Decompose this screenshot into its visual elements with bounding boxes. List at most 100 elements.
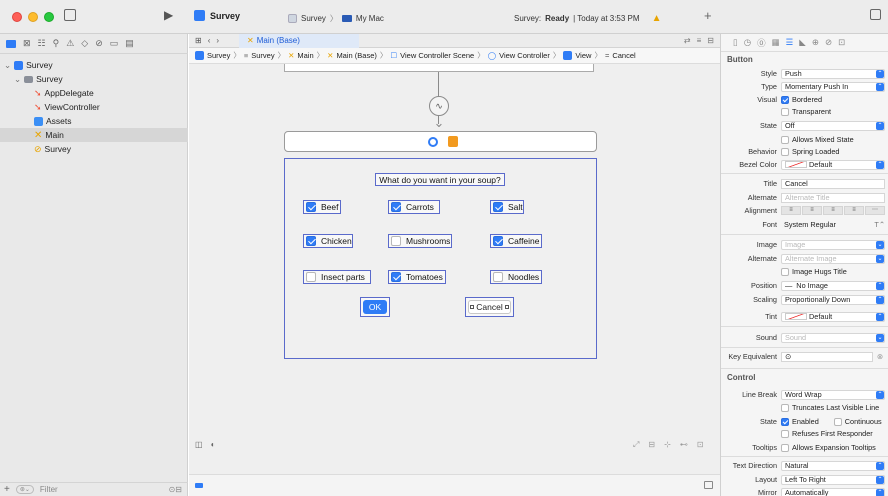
add-file-button[interactable]: + [4,484,10,495]
alternate-image-combo[interactable]: Alternate Image ⌄ [781,253,885,264]
add-constraints-icon[interactable]: ⊹ [664,440,671,452]
file-inspector-icon[interactable]: ▯ [733,37,738,48]
title-field[interactable]: Cancel [781,178,885,189]
breadcrumb-item[interactable]: Main (Base) [336,51,376,60]
align-center-icon[interactable]: ≡ [802,206,822,215]
search-icon[interactable]: ⚲ [53,38,60,49]
recent-files-icon[interactable]: ⊙⊟ [169,485,182,494]
minimize-window-button[interactable] [28,12,38,22]
transparent-checkbox[interactable] [781,107,789,116]
size-icon[interactable]: ◣ [799,37,806,48]
layout-popup[interactable]: Left To Right ⌃ [781,474,885,485]
resize-handle[interactable] [504,305,509,309]
sidebar-toggle-icon[interactable] [64,9,76,21]
split-editor-icon[interactable]: ⊟ [707,36,714,45]
update-frames-icon[interactable]: ⤢ [633,440,639,452]
filter-input[interactable]: Filter [40,485,58,494]
help-icon[interactable]: ⓪ [757,37,766,49]
warning-icon[interactable]: ▲ [652,13,662,24]
spring-loaded-checkbox[interactable] [781,147,789,156]
view-controller-view[interactable]: What do you want in your soup? Beef Carr… [284,158,597,359]
history-icon[interactable]: ◷ [744,37,751,48]
image-combo[interactable]: Image ⌄ [781,239,885,250]
hugs-title-checkbox[interactable] [781,267,789,276]
enabled-checkbox[interactable] [781,417,789,426]
truncates-checkbox[interactable] [781,403,789,412]
align-icon[interactable]: ⊟ [648,440,655,452]
outline-toggle-icon[interactable]: ◫ [195,440,203,452]
align-justify-icon[interactable]: ≡ [844,206,864,215]
related-items-icon[interactable]: ⇄ [684,36,691,45]
nav-item-assets[interactable]: Assets [0,114,188,128]
attributes-icon[interactable]: ☰ [786,37,794,48]
bezel-color-popup[interactable]: Default ⌃ [781,159,885,170]
inspector-toggle-icon[interactable] [870,9,881,20]
tint-popup[interactable]: Default ⌃ [781,311,885,322]
checkbox-salt[interactable]: Salt [490,200,524,214]
alternate-title-field[interactable]: Alternate Title [781,192,885,203]
key-equivalent-field[interactable]: ⊙ [781,351,873,362]
checkbox-insect-parts[interactable]: Insect parts [303,270,371,284]
scene-dock[interactable] [284,131,597,152]
hide-debug-icon[interactable] [704,481,713,489]
font-picker-icon[interactable]: T⌃ [874,220,885,229]
effects-icon[interactable]: ⊡ [838,37,845,48]
test-icon[interactable]: ◇ [81,38,88,49]
sound-combo[interactable]: Sound ⌄ [781,332,885,343]
nav-item-appdelegate[interactable]: ➘ AppDelegate [0,86,188,100]
report-icon[interactable]: ▤ [125,38,134,49]
zoom-window-button[interactable] [44,12,54,22]
scheme-selector[interactable]: Survey 〉 My Mac [288,10,488,26]
clear-shortcut-icon[interactable]: ⊗ [877,352,883,361]
nav-item-project[interactable]: ⌄ Survey [0,58,188,72]
type-popup[interactable]: Momentary Push In ⌃ [781,81,885,92]
cancel-button[interactable]: Cancel [465,297,514,317]
line-break-popup[interactable]: Word Wrap ⌃ [781,389,885,400]
checkbox-beef[interactable]: Beef [303,200,341,214]
checkbox-caffeine[interactable]: Caffeine [490,234,542,248]
breadcrumb-item[interactable]: View [575,51,591,60]
bindings-icon[interactable]: ⊘ [825,37,832,48]
issue-icon[interactable]: ⚠ [66,38,74,49]
debug-area-toggle-icon[interactable] [195,483,203,488]
tab-main-base[interactable]: ✕ Main (Base) [239,33,360,48]
nav-item-main[interactable]: ✕ Main [0,128,188,142]
nav-item-entitlements[interactable]: ⊘ Survey [0,142,188,156]
expansion-tooltips-checkbox[interactable] [781,443,789,452]
position-popup[interactable]: — No Image ⌃ [781,280,885,291]
scaling-popup[interactable]: Proportionally Down ⌃ [781,294,885,305]
continuous-checkbox[interactable] [833,417,842,426]
embed-icon[interactable]: ⊡ [697,440,704,452]
appearance-icon[interactable]: ◐ [211,440,216,452]
resize-handle[interactable] [470,305,475,309]
back-icon[interactable]: ‹ [208,36,211,45]
filter-options-icon[interactable]: ⊛⌄ [15,485,34,494]
folder-icon[interactable] [6,39,16,48]
symbol-icon[interactable]: ☷ [38,38,46,49]
align-left-icon[interactable]: ≡ [781,206,801,215]
segue-icon[interactable]: ∿ [429,96,449,116]
refuses-first-responder-checkbox[interactable] [781,429,789,438]
align-right-icon[interactable]: ≡ [823,206,843,215]
breadcrumb-item[interactable]: Cancel [612,51,635,60]
bordered-checkbox[interactable] [781,95,789,104]
checkbox-mushrooms[interactable]: Mushrooms [388,234,452,248]
question-label[interactable]: What do you want in your soup? [375,173,505,186]
add-library-button[interactable]: + [704,8,712,23]
identity-icon[interactable]: ▦ [772,37,780,48]
source-control-icon[interactable]: ⊠ [23,38,31,49]
checkbox-noodles[interactable]: Noodles [490,270,542,284]
breadcrumb-item[interactable]: Main [297,51,313,60]
nav-item-viewcontroller[interactable]: ➘ ViewController [0,100,188,114]
connections-icon[interactable]: ⊕ [812,37,819,48]
forward-icon[interactable]: › [216,36,219,45]
editor-options-icon[interactable]: ≡ [697,36,702,45]
breadcrumb-item[interactable]: Survey [207,51,230,60]
breadcrumb-item[interactable]: View Controller [499,51,550,60]
ok-button[interactable]: OK [360,297,390,317]
nav-item-group[interactable]: ⌄ Survey [0,72,188,86]
allows-mixed-checkbox[interactable] [781,135,789,144]
style-popup[interactable]: Push ⌃ [781,68,885,79]
mirror-popup[interactable]: Automatically ⌃ [781,487,885,496]
window-controller-scene[interactable] [284,64,594,72]
